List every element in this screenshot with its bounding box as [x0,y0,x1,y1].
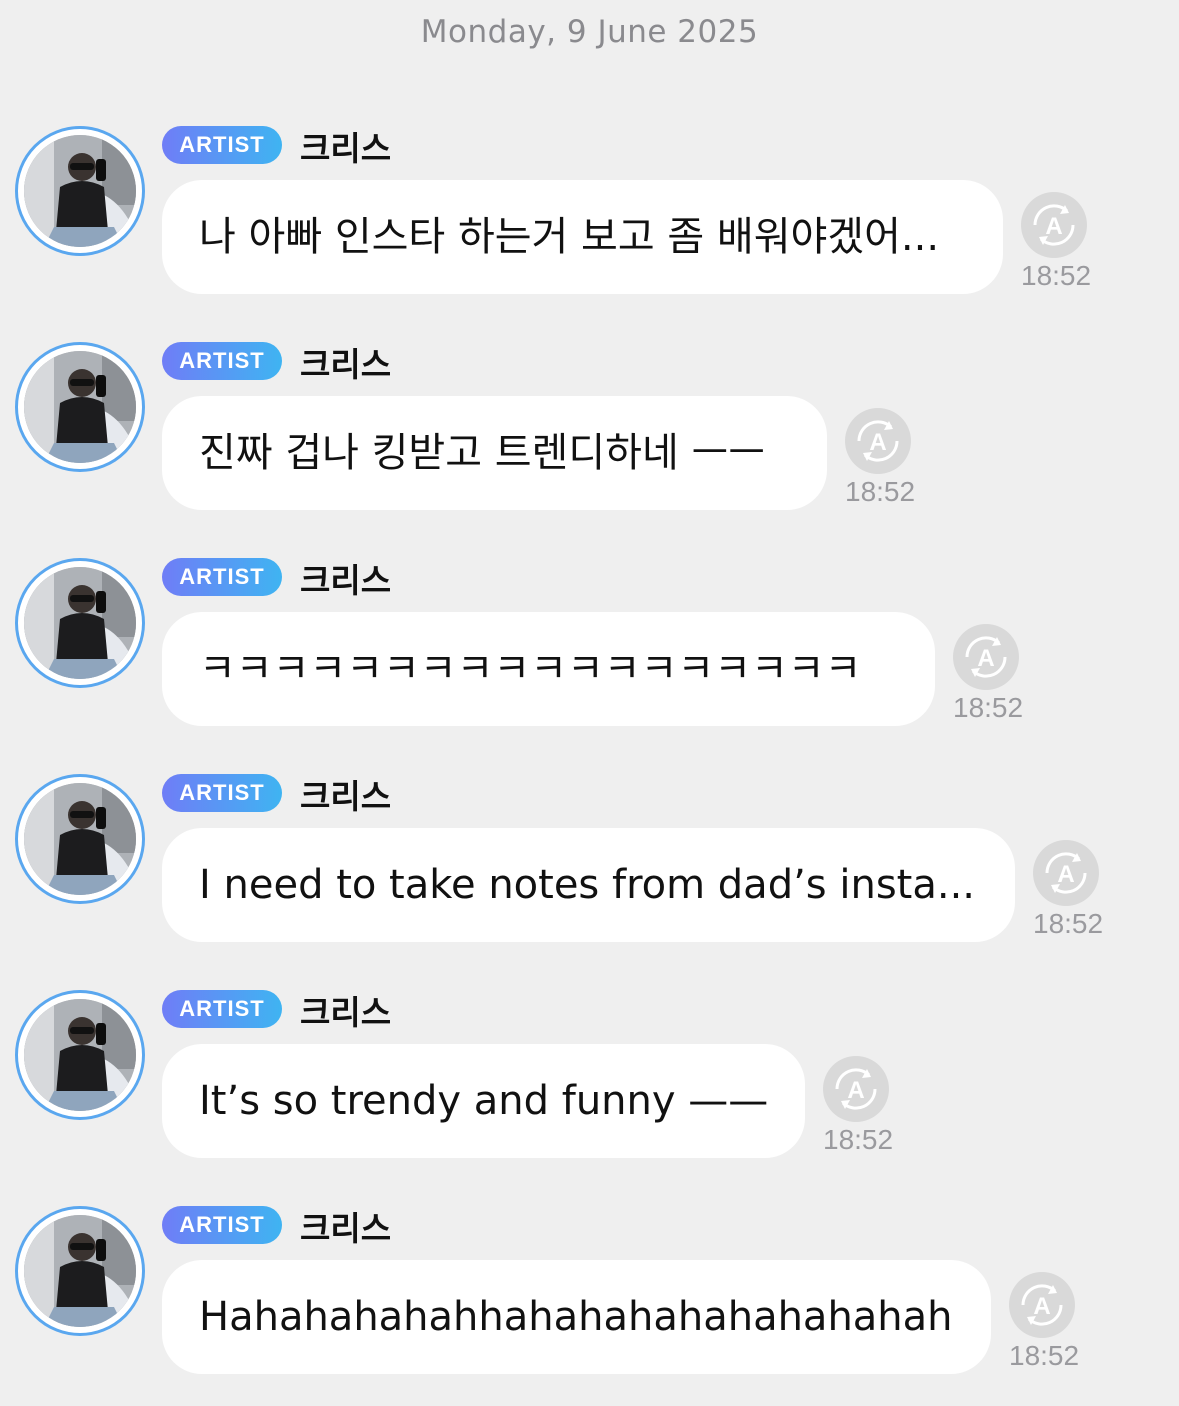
message-bubble[interactable]: I need to take notes from dad’s insta... [162,828,1015,942]
artist-badge: ARTIST [162,558,282,596]
avatar-photo [24,351,136,463]
date-header: Monday, 9 June 2025 [420,14,759,50]
avatar[interactable] [15,1206,145,1336]
message-time: 18:52 [1033,908,1104,939]
translate-icon[interactable]: A [1021,192,1087,258]
message-time: 18:52 [1009,1340,1080,1371]
sender-name: 크리스 [300,993,392,1032]
translate-icon[interactable]: A [1009,1272,1075,1338]
svg-text:A: A [1045,213,1062,240]
artist-badge: ARTIST [162,990,282,1028]
sender-name: 크리스 [300,1209,392,1248]
avatar[interactable] [15,126,145,256]
avatar[interactable] [15,342,145,472]
svg-text:A: A [869,429,886,456]
translate-icon[interactable]: A [1033,840,1099,906]
sender-name: 크리스 [300,345,392,384]
avatar[interactable] [15,558,145,688]
translate-icon[interactable]: A [845,408,911,474]
sender-name: 크리스 [300,129,392,168]
message-bubble[interactable]: 나 아빠 인스타 하는거 보고 좀 배워야겠어... [162,180,1003,294]
message-bubble[interactable]: Hahahahahahhahahahahahahahahah [162,1260,991,1374]
message-time: 18:52 [1021,260,1092,291]
svg-text:A: A [847,1077,864,1104]
message-row: ARTIST 크리스 I need to take notes from dad… [0,774,1179,974]
avatar-photo [24,567,136,679]
message-bubble[interactable]: It’s so trendy and funny —— [162,1044,805,1158]
artist-badge: ARTIST [162,774,282,812]
message-time: 18:52 [823,1124,894,1155]
message-row: ARTIST 크리스 ㅋㅋㅋㅋㅋㅋㅋㅋㅋㅋㅋㅋㅋㅋㅋㅋㅋㅋ A 18:52 [0,558,1179,758]
message-bubble[interactable]: ㅋㅋㅋㅋㅋㅋㅋㅋㅋㅋㅋㅋㅋㅋㅋㅋㅋㅋ [162,612,935,726]
message-time: 18:52 [953,692,1024,723]
translate-icon[interactable]: A [823,1056,889,1122]
avatar-photo [24,135,136,247]
translate-icon[interactable]: A [953,624,1019,690]
sender-name: 크리스 [300,561,392,600]
artist-badge: ARTIST [162,1206,282,1244]
avatar[interactable] [15,990,145,1120]
artist-badge: ARTIST [162,342,282,380]
message-row: ARTIST 크리스 진짜 겁나 킹받고 트렌디하네 ㅡㅡ A 18:52 [0,342,1179,542]
svg-text:A: A [977,645,994,672]
artist-badge: ARTIST [162,126,282,164]
svg-text:A: A [1033,1293,1050,1320]
svg-text:A: A [1057,861,1074,888]
message-row: ARTIST 크리스 It’s so trendy and funny —— A… [0,990,1179,1190]
avatar-photo [24,1215,136,1327]
avatar-photo [24,783,136,895]
avatar[interactable] [15,774,145,904]
message-row: ARTIST 크리스 Hahahahahahhahahahahahahahaha… [0,1206,1179,1406]
message-bubble[interactable]: 진짜 겁나 킹받고 트렌디하네 ㅡㅡ [162,396,827,510]
message-row: ARTIST 크리스 나 아빠 인스타 하는거 보고 좀 배워야겠어... A … [0,126,1179,326]
sender-name: 크리스 [300,777,392,816]
message-time: 18:52 [845,476,916,507]
avatar-photo [24,999,136,1111]
